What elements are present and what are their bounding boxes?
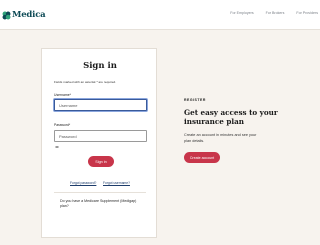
forgot-username-link[interactable]: Forgot username? [103,181,130,185]
create-account-button[interactable]: Create account [184,152,220,163]
sign-in-title: Sign in [83,61,117,71]
sign-in-card: Sign in Fields marked with an asterisk *… [41,48,157,238]
register-description: Create an account in minutes and see you… [184,133,257,143]
required-fields-note: Fields marked with an asterisk * are req… [54,80,117,84]
sign-in-button[interactable]: Sign in [88,156,114,167]
medica-logo[interactable]: Medica [2,10,46,20]
register-panel: REGISTER Get easy access to your insuran… [184,98,294,163]
brand-name: Medica [12,10,46,20]
divider [54,192,146,193]
password-label: Password* [54,123,71,127]
link-for-providers[interactable]: For Providers [296,11,318,15]
username-input[interactable] [54,99,147,111]
register-eyebrow: REGISTER [184,98,206,102]
password-input[interactable] [54,130,147,142]
top-navigation-bar: Medica For Employers For Brokers For Pro… [0,0,320,30]
medigap-plan-link[interactable]: Do you have a Medicare Supplement (Medig… [60,199,140,209]
show-password-eye-icon[interactable] [55,145,59,149]
link-for-employers[interactable]: For Employers [230,11,253,15]
link-for-brokers[interactable]: For Brokers [266,11,285,15]
forgot-password-link[interactable]: Forgot password? [70,181,96,185]
medica-logo-icon [2,11,11,19]
audience-links: For Employers For Brokers For Providers [218,11,318,15]
register-heading: Get easy access to your insurance plan [184,108,278,126]
username-label: Username* [54,93,71,97]
